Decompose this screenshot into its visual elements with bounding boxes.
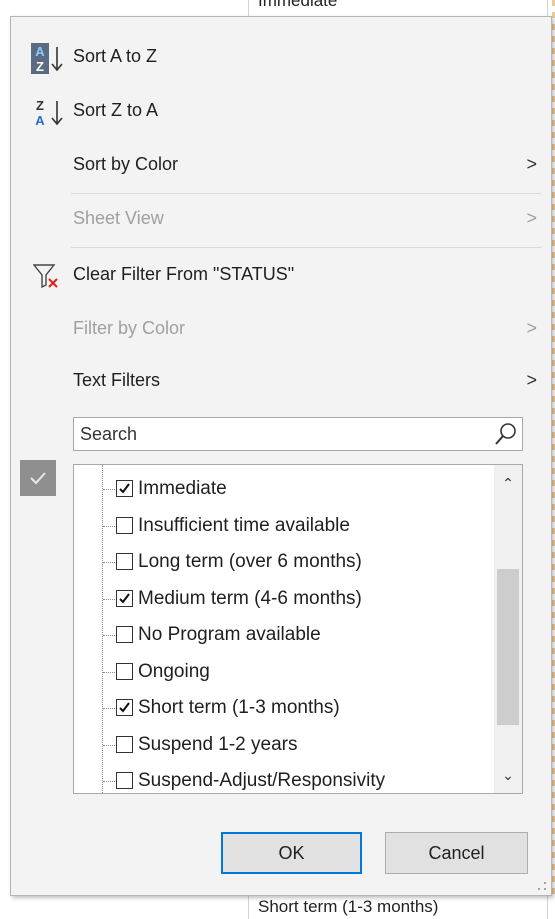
list-item-label: Immediate (138, 478, 227, 499)
list-item-label: Short term (1-3 months) (138, 697, 340, 718)
chevron-right-icon: > (526, 370, 537, 390)
list-item[interactable]: No Program available (74, 617, 494, 654)
filter-by-color-item: Filter by Color > (11, 305, 551, 357)
checkmark-icon (30, 472, 46, 485)
list-item-label: No Program available (138, 624, 321, 645)
sort-z-to-a-label: Sort Z to A (73, 100, 159, 120)
sort-a-to-z-label: Sort A to Z (73, 46, 158, 66)
item-checkbox[interactable] (116, 699, 133, 716)
list-item[interactable]: Short term (1-3 months) (74, 690, 494, 727)
filter-values-list: Immediate Insufficient time available Long… (73, 464, 523, 794)
chevron-right-icon: > (526, 154, 537, 174)
sort-by-color-item[interactable]: Sort by Color > (11, 141, 551, 193)
chevron-right-icon: > (526, 318, 537, 338)
item-checkbox[interactable] (116, 516, 133, 534)
item-checkbox[interactable] (116, 735, 133, 753)
sort-by-color-label: Sort by Color (73, 154, 179, 174)
scroll-down-icon[interactable]: ⌄ (494, 761, 522, 789)
menu-separator (71, 247, 541, 248)
tree-connector (103, 781, 115, 782)
tree-connector (103, 744, 115, 746)
checkmark-icon (119, 483, 130, 494)
autofilter-dropdown-menu: A Z Sort A to Z Z A Sort Z to A Sort by … (10, 16, 552, 896)
search-box (73, 417, 523, 451)
chevron-right-icon: > (526, 208, 537, 228)
list-item[interactable]: Medium term (4-6 months) (74, 581, 494, 618)
menu-check-indicator (20, 460, 56, 496)
svg-text:Z: Z (36, 59, 44, 74)
sort-a-to-z-item[interactable]: A Z Sort A to Z (11, 33, 551, 85)
ok-button[interactable]: OK (221, 832, 362, 874)
sort-z-to-a-icon: Z A (31, 97, 65, 129)
cancel-button[interactable]: Cancel (385, 832, 528, 874)
tree-connector (103, 635, 115, 636)
list-item-label: Long term (over 6 months) (138, 551, 362, 572)
list-scrollbar[interactable]: ⌃ ⌄ (494, 465, 522, 793)
svg-text:A: A (35, 113, 45, 128)
list-item[interactable]: Suspend-Adjust/Responsivity (74, 763, 494, 793)
scroll-up-icon[interactable]: ⌃ (494, 469, 522, 497)
menu-separator (71, 193, 541, 194)
item-checkbox[interactable] (116, 772, 133, 789)
svg-text:Z: Z (36, 98, 44, 113)
list-item-label: Insufficient time available (138, 514, 350, 536)
checkmark-icon (119, 702, 130, 713)
tree-connector (103, 708, 115, 709)
resize-grip-icon[interactable] (537, 881, 547, 891)
cell-above-text: Immediate (258, 0, 338, 10)
list-item-label: Suspend-Adjust/Responsivity (138, 770, 386, 791)
sort-a-to-z-icon: A Z (31, 43, 65, 75)
list-item[interactable]: Suspend 1-2 years (74, 727, 494, 764)
search-icon[interactable] (494, 422, 518, 446)
tree-connector (103, 525, 115, 527)
filter-by-color-label: Filter by Color (73, 318, 186, 338)
svg-text:A: A (35, 44, 45, 59)
tree-connector (103, 598, 115, 600)
list-item[interactable]: Ongoing (74, 654, 494, 691)
clear-filter-label: Clear Filter From "STATUS" (73, 264, 295, 284)
checkmark-icon (119, 592, 130, 604)
item-checkbox[interactable] (116, 589, 133, 607)
sheet-view-item: Sheet View > (11, 195, 551, 247)
list-item[interactable]: Immediate (74, 471, 494, 508)
list-item[interactable]: Long term (over 6 months) (74, 544, 494, 581)
cell-below-text: Short term (1-3 months) (258, 897, 439, 916)
sheet-view-label: Sheet View (73, 208, 164, 228)
text-filters-item[interactable]: Text Filters > (11, 357, 551, 409)
item-checkbox[interactable] (116, 626, 133, 643)
text-filters-label: Text Filters (73, 370, 161, 390)
tree-connector (103, 489, 115, 490)
tree-connector (103, 671, 115, 673)
list-item-label: Ongoing (138, 660, 210, 682)
clear-filter-item[interactable]: Clear Filter From "STATUS" (11, 251, 551, 303)
search-input[interactable] (74, 418, 496, 450)
tree-connector (103, 562, 115, 563)
item-checkbox[interactable] (116, 662, 133, 680)
scroll-thumb[interactable] (497, 569, 519, 725)
list-item-label: Suspend 1-2 years (138, 733, 298, 755)
clear-filter-icon (32, 263, 67, 295)
list-item[interactable]: Insufficient time available (74, 508, 494, 545)
sort-z-to-a-item[interactable]: Z A Sort Z to A (11, 87, 551, 139)
item-checkbox[interactable] (116, 553, 133, 570)
list-item-label: Medium term (4-6 months) (138, 587, 362, 609)
item-checkbox[interactable] (116, 480, 133, 497)
